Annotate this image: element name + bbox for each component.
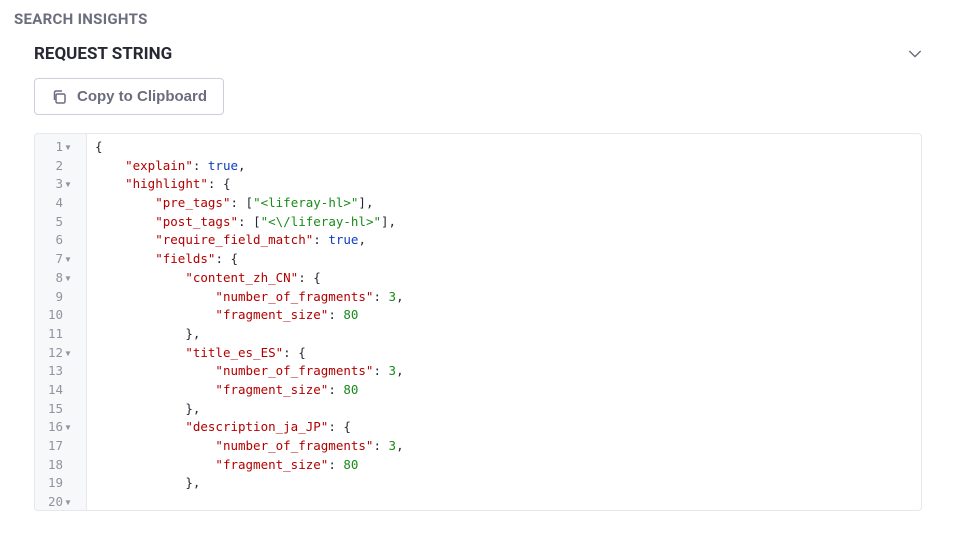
- code-line: },: [95, 325, 913, 344]
- code-line: "highlight": {: [95, 175, 913, 194]
- line-number: 2: [39, 157, 82, 176]
- code-line: [95, 493, 913, 510]
- line-number: 8▾: [39, 269, 82, 288]
- line-number: 10: [39, 306, 82, 325]
- line-number: 20▾: [39, 493, 82, 510]
- line-number: 9: [39, 288, 82, 307]
- fold-marker[interactable]: ▾: [64, 138, 72, 157]
- copy-icon: [51, 89, 67, 105]
- code-line: "description_ja_JP": {: [95, 418, 913, 437]
- fold-marker[interactable]: ▾: [64, 250, 72, 269]
- fold-marker[interactable]: ▾: [64, 493, 72, 510]
- fold-marker[interactable]: ▾: [64, 344, 72, 363]
- code-line: "fragment_size": 80: [95, 381, 913, 400]
- line-number: 7▾: [39, 250, 82, 269]
- code-line: {: [95, 138, 913, 157]
- section-header[interactable]: REQUEST STRING: [34, 36, 922, 78]
- code-line: "title_es_ES": {: [95, 344, 913, 363]
- code-line: "require_field_match": true,: [95, 231, 913, 250]
- line-number: 5: [39, 213, 82, 232]
- code-content[interactable]: { "explain": true, "highlight": { "pre_t…: [87, 134, 921, 510]
- line-number: 11: [39, 325, 82, 344]
- line-number: 16▾: [39, 418, 82, 437]
- line-number: 15: [39, 400, 82, 419]
- line-number: 18: [39, 456, 82, 475]
- line-number: 1▾: [39, 138, 82, 157]
- line-number: 14: [39, 381, 82, 400]
- request-string-section: REQUEST STRING Copy to Clipboard 1▾23▾45…: [0, 36, 956, 511]
- code-line: "explain": true,: [95, 157, 913, 176]
- fold-marker[interactable]: ▾: [64, 418, 72, 437]
- code-line: },: [95, 400, 913, 419]
- code-line: "post_tags": ["<\/liferay-hl>"],: [95, 213, 913, 232]
- fold-marker[interactable]: ▾: [64, 175, 72, 194]
- copy-button-label: Copy to Clipboard: [77, 88, 207, 105]
- line-number: 4: [39, 194, 82, 213]
- line-number-gutter: 1▾23▾4567▾8▾9101112▾13141516▾17181920▾: [35, 134, 87, 510]
- code-line: "number_of_fragments": 3,: [95, 437, 913, 456]
- copy-to-clipboard-button[interactable]: Copy to Clipboard: [34, 78, 224, 115]
- chevron-down-icon: [908, 47, 922, 61]
- code-line: "number_of_fragments": 3,: [95, 362, 913, 381]
- line-number: 13: [39, 362, 82, 381]
- line-number: 17: [39, 437, 82, 456]
- code-line: "fragment_size": 80: [95, 456, 913, 475]
- code-line: "number_of_fragments": 3,: [95, 288, 913, 307]
- code-line: "pre_tags": ["<liferay-hl>"],: [95, 194, 913, 213]
- line-number: 19: [39, 474, 82, 493]
- line-number: 6: [39, 231, 82, 250]
- code-line: "fields": {: [95, 250, 913, 269]
- page-title: SEARCH INSIGHTS: [0, 0, 956, 36]
- code-line: "fragment_size": 80: [95, 306, 913, 325]
- line-number: 12▾: [39, 344, 82, 363]
- code-line: "content_zh_CN": {: [95, 269, 913, 288]
- line-number: 3▾: [39, 175, 82, 194]
- fold-marker[interactable]: ▾: [64, 269, 72, 288]
- code-editor-scroll[interactable]: 1▾23▾4567▾8▾9101112▾13141516▾17181920▾ {…: [35, 134, 921, 510]
- code-line: },: [95, 474, 913, 493]
- section-title: REQUEST STRING: [34, 44, 172, 64]
- code-editor[interactable]: 1▾23▾4567▾8▾9101112▾13141516▾17181920▾ {…: [34, 133, 922, 511]
